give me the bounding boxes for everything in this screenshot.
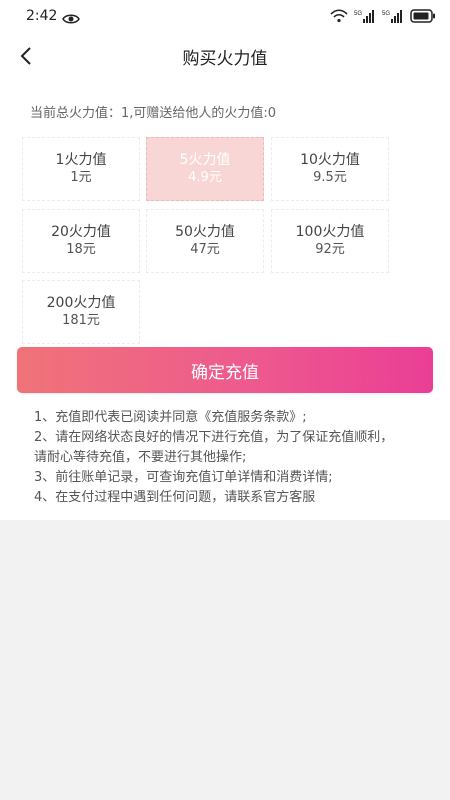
option-amount: 200火力值 xyxy=(46,295,116,311)
page-title: 购买火力值 xyxy=(182,49,268,69)
battery-icon xyxy=(410,9,436,23)
note-item: 3、前往账单记录，可查询充值订单详情和消费详情; xyxy=(34,470,333,485)
wifi-icon xyxy=(330,9,348,23)
note-item: 2、请在网络状态良好的情况下进行充值，为了保证充值顺利，请耐心等待充值，不要进行… xyxy=(34,430,394,465)
note-item: 1、充值即代表已阅读并同意《充值服务条款》; xyxy=(34,410,307,425)
option-price: 9.5元 xyxy=(313,170,347,185)
confirm-recharge-button[interactable]: 确定充值 xyxy=(17,347,433,393)
option-card-100[interactable]: 100火力值 92元 xyxy=(271,209,389,273)
option-amount: 20火力值 xyxy=(51,224,111,240)
option-card-20[interactable]: 20火力值 18元 xyxy=(22,209,140,273)
option-price: 47元 xyxy=(190,242,220,257)
option-card-1[interactable]: 1火力值 1元 xyxy=(22,137,140,201)
option-amount: 5火力值 xyxy=(179,152,231,168)
status-bar: 2:42 5G 5G xyxy=(0,0,450,34)
status-time: 2:42 xyxy=(26,8,58,24)
option-card-10[interactable]: 10火力值 9.5元 xyxy=(271,137,389,201)
option-amount: 50火力值 xyxy=(175,224,235,240)
status-icons: 5G 5G xyxy=(330,9,436,23)
signal-icon: 5G xyxy=(354,9,376,23)
note-item: 4、在支付过程中遇到任何问题，请联系官方客服 xyxy=(34,490,316,505)
option-price: 18元 xyxy=(66,242,96,257)
svg-text:5G: 5G xyxy=(354,11,362,17)
main-content: 当前总火力值：1,可赠送给他人的火力值:0 1火力值 1元 5火力值 4.9元 … xyxy=(0,78,450,520)
svg-text:5G: 5G xyxy=(382,11,390,17)
option-card-50[interactable]: 50火力值 47元 xyxy=(146,209,264,273)
notes-list: 1、充值即代表已阅读并同意《充值服务条款》; 2、请在网络状态良好的情况下进行充… xyxy=(34,408,404,508)
option-amount: 100火力值 xyxy=(295,224,365,240)
balance-text: 当前总火力值：1,可赠送给他人的火力值:0 xyxy=(30,106,277,121)
nav-bar: 购买火力值 xyxy=(0,34,450,78)
option-amount: 1火力值 xyxy=(55,152,107,168)
option-price: 92元 xyxy=(315,242,345,257)
eye-icon xyxy=(62,10,80,29)
option-card-5[interactable]: 5火力值 4.9元 xyxy=(146,137,264,201)
option-price: 181元 xyxy=(62,313,100,328)
option-price: 1元 xyxy=(70,170,92,185)
signal-icon-2: 5G xyxy=(382,9,404,23)
option-price: 4.9元 xyxy=(188,170,222,185)
option-card-200[interactable]: 200火力值 181元 xyxy=(22,280,140,344)
option-amount: 10火力值 xyxy=(300,152,360,168)
